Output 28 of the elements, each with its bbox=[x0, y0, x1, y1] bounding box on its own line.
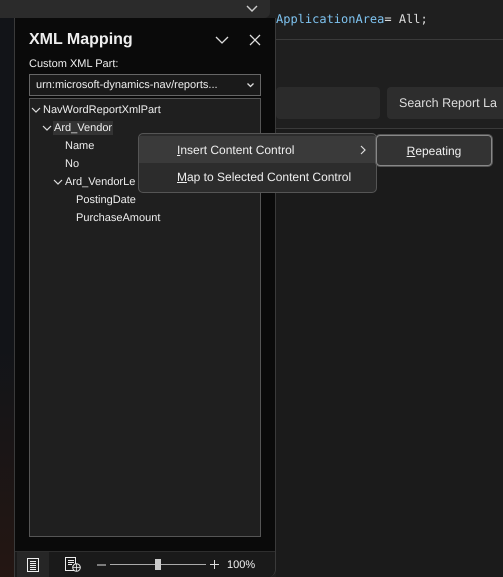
field-label: Custom XML Part: bbox=[29, 58, 120, 70]
expand-icon[interactable] bbox=[53, 177, 63, 187]
expand-icon[interactable] bbox=[42, 123, 52, 133]
tree-item[interactable]: NavWordReportXmlPart bbox=[42, 103, 162, 117]
web-page-icon bbox=[65, 557, 81, 572]
search-report-button[interactable]: Search Report La bbox=[387, 87, 503, 119]
xml-part-dropdown[interactable]: urn:microsoft-dynamics-nav/reports... bbox=[29, 74, 261, 96]
tree-item[interactable]: PostingDate bbox=[75, 193, 137, 207]
menu-item[interactable]: Repeating bbox=[376, 135, 492, 166]
tree-item[interactable]: Name bbox=[64, 139, 96, 153]
chevron-down-icon[interactable] bbox=[215, 36, 229, 44]
expand-icon[interactable] bbox=[31, 105, 41, 115]
chevron-down-icon[interactable] bbox=[246, 5, 258, 13]
page-icon bbox=[27, 558, 39, 572]
tree-item[interactable]: Ard_Vendor bbox=[53, 121, 114, 135]
slider-thumb[interactable] bbox=[155, 559, 161, 570]
zoom-in-icon[interactable] bbox=[210, 560, 219, 569]
pane-title: XML Mapping bbox=[29, 31, 134, 49]
print-layout-button[interactable] bbox=[17, 552, 49, 577]
menu-item[interactable]: Map to Selected Content Control bbox=[139, 163, 376, 190]
input-field[interactable] bbox=[276, 87, 380, 119]
zoom-percentage: 100% bbox=[227, 558, 256, 570]
code-line: ApplicationArea= All; bbox=[276, 11, 429, 27]
tree-item[interactable]: No bbox=[64, 157, 80, 171]
tree-item[interactable]: Ard_VendorLe bbox=[64, 175, 136, 189]
tree-item[interactable]: PurchaseAmount bbox=[75, 211, 162, 225]
close-icon[interactable] bbox=[249, 34, 261, 46]
menu-item[interactable]: Insert Content Control bbox=[139, 136, 376, 163]
